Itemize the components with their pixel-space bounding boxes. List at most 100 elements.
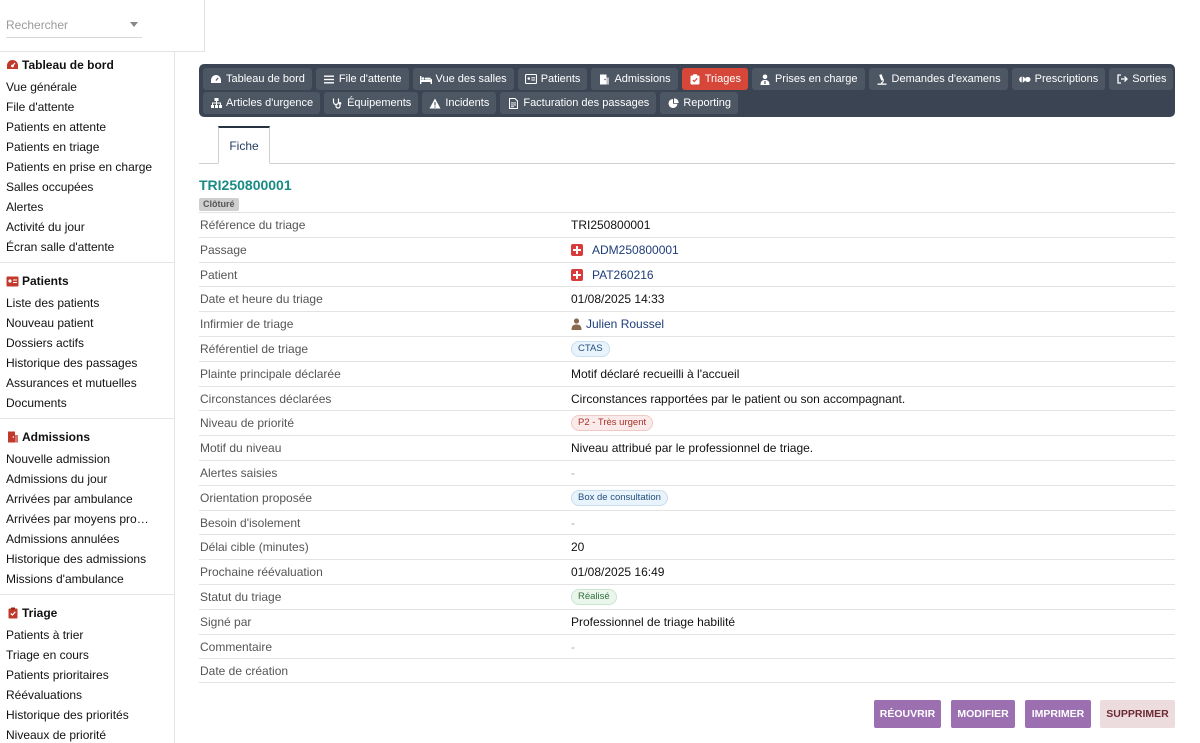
sidebar-heading-patients[interactable]: Patients (0, 271, 174, 291)
sidebar-heading-label: Patients (22, 274, 69, 288)
medical-cross-icon (571, 268, 583, 281)
menu-sorties[interactable]: Sorties (1109, 68, 1174, 90)
sidebar-item-patients-prise-en-charge[interactable]: Patients en prise en charge (0, 157, 170, 177)
sidebar-item-assurances[interactable]: Assurances et mutuelles (0, 373, 170, 393)
door-icon (6, 431, 19, 443)
sidebar-item-alertes[interactable]: Alertes (0, 197, 170, 217)
field-row-date: Date et heure du triage 01/08/2025 14:33 (199, 286, 1175, 311)
sidebar-item-arrivees-ambulance[interactable]: Arrivées par ambulance (0, 489, 170, 509)
nurse-link[interactable]: Julien Roussel (586, 317, 664, 331)
sidebar-heading-admissions[interactable]: Admissions (0, 427, 174, 447)
field-value: Circonstances rapportées par le patient … (571, 391, 906, 406)
bed-icon (419, 74, 432, 85)
sidebar-item-nouvelle-admission[interactable]: Nouvelle admission (0, 449, 170, 469)
sidebar-section-admissions: Admissions Nouvelle admission Admissions… (0, 425, 174, 595)
tab-fiche[interactable]: Fiche (218, 126, 270, 164)
menu-vue-des-salles[interactable]: Vue des salles (412, 68, 514, 90)
sidebar-item-ecran-salle-attente[interactable]: Écran salle d'attente (0, 237, 170, 257)
sidebar-heading-dashboard[interactable]: Tableau de bord (0, 55, 174, 75)
menu-label: Facturation des passages (523, 97, 650, 109)
search-input[interactable] (6, 14, 126, 36)
sidebar-item-patients-prioritaires[interactable]: Patients prioritaires (0, 665, 170, 685)
sidebar-item-triage-en-cours[interactable]: Triage en cours (0, 645, 170, 665)
field-label: Plainte principale déclarée (200, 366, 341, 381)
sidebar-item-historique-passages[interactable]: Historique des passages (0, 353, 170, 373)
orientation-badge: Box de consultation (571, 489, 668, 506)
sidebar-item-patients-en-triage[interactable]: Patients en triage (0, 137, 170, 157)
module-menu-row-2: Articles d'urgence Équipements Incidents… (203, 92, 1171, 114)
microscope-icon (876, 73, 888, 85)
stethoscope-icon (331, 98, 343, 109)
menu-articles-urgence[interactable]: Articles d'urgence (203, 92, 321, 114)
sidebar-item-admissions-annulees[interactable]: Admissions annulées (0, 529, 170, 549)
dashboard-icon (210, 74, 222, 85)
menu-label: Patients (540, 73, 581, 85)
sidebar-item-patients-a-trier[interactable]: Patients à trier (0, 625, 170, 645)
patient-link[interactable]: PAT260216 (592, 268, 654, 282)
field-label: Date de création (200, 664, 289, 679)
sidebar-item-activite-du-jour[interactable]: Activité du jour (0, 217, 170, 237)
sidebar-item-arrivees-moyens-propres[interactable]: Arrivées par moyens pro… (0, 509, 170, 529)
field-value-wrap: PAT260216 (571, 263, 654, 287)
menu-demandes-examens[interactable]: Demandes d'examens (868, 68, 1008, 90)
sidebar-item-salles-occupees[interactable]: Salles occupées (0, 177, 170, 197)
menu-reporting[interactable]: Reporting (660, 92, 739, 114)
print-button[interactable]: IMPRIMER (1025, 700, 1091, 728)
menu-patients[interactable]: Patients (517, 68, 588, 90)
pie-chart-icon (667, 97, 679, 109)
menu-file-attente[interactable]: File d'attente (315, 68, 409, 90)
menu-label: Incidents (445, 97, 490, 109)
field-label: Référentiel de triage (200, 341, 309, 356)
id-card-icon (6, 275, 19, 287)
sidebar-item-liste-patients[interactable]: Liste des patients (0, 293, 170, 313)
priority-badge: P2 - Très urgent (571, 415, 654, 432)
passage-link[interactable]: ADM250800001 (592, 243, 679, 257)
field-row-next-reevaluation: Prochaine réévaluation 01/08/2025 16:49 (199, 559, 1175, 584)
menu-facturation-passages[interactable]: Facturation des passages (500, 92, 657, 114)
sidebar-heading-label: Tableau de bord (22, 58, 114, 72)
clipboard-icon (6, 607, 19, 619)
menu-equipements[interactable]: Équipements (324, 92, 419, 114)
delete-button[interactable]: SUPPRIMER (1100, 700, 1175, 728)
user-icon (571, 318, 582, 331)
sidebar-heading-triage[interactable]: Triage (0, 603, 174, 623)
menu-incidents[interactable]: Incidents (422, 92, 497, 114)
sidebar-item-patients-en-attente[interactable]: Patients en attente (0, 117, 170, 137)
search-select[interactable] (6, 14, 142, 38)
sidebar-item-file-attente[interactable]: File d'attente (0, 97, 170, 117)
triage-status-badge: Réalisé (571, 588, 617, 605)
sidebar-item-nouveau-patient[interactable]: Nouveau patient (0, 313, 170, 333)
sidebar-item-historique-admissions[interactable]: Historique des admissions (0, 549, 170, 569)
field-row-patient: Patient PAT260216 (199, 261, 1175, 287)
field-label: Orientation proposée (200, 490, 313, 505)
field-row-priority: Niveau de priorité P2 - Très urgent (199, 410, 1175, 435)
field-row-comment: Commentaire - (199, 633, 1175, 659)
menu-prescriptions[interactable]: Prescriptions (1011, 68, 1106, 90)
sidebar-section-dashboard: Tableau de bord Vue générale File d'atte… (0, 53, 174, 263)
edit-button[interactable]: MODIFIER (951, 700, 1015, 728)
sidebar-heading-label: Admissions (22, 430, 91, 444)
field-label: Besoin d'isolement (200, 515, 301, 530)
sidebar-item-missions-ambulance[interactable]: Missions d'ambulance (0, 569, 170, 589)
search-panel (0, 0, 205, 52)
reopen-button[interactable]: RÉOUVRIR (874, 700, 941, 728)
field-value: - (571, 465, 575, 480)
menu-label: Équipements (347, 97, 412, 109)
sidebar-item-vue-generale[interactable]: Vue générale (0, 77, 170, 97)
clipboard-icon (689, 73, 701, 85)
field-label: Statut du triage (200, 589, 282, 604)
sidebar-section-patients: Patients Liste des patients Nouveau pati… (0, 269, 174, 419)
field-label: Circonstances déclarées (200, 391, 332, 406)
menu-triages[interactable]: Triages (681, 68, 748, 90)
sidebar-item-documents[interactable]: Documents (0, 393, 170, 413)
field-value: - (571, 639, 575, 654)
field-value: Niveau attribué par le professionnel de … (571, 441, 814, 456)
menu-tableau-de-bord[interactable]: Tableau de bord (203, 68, 312, 90)
sidebar-item-dossiers-actifs[interactable]: Dossiers actifs (0, 333, 170, 353)
menu-prises-en-charge[interactable]: Prises en charge (751, 68, 865, 90)
menu-admissions[interactable]: Admissions (591, 68, 678, 90)
chevron-down-icon[interactable] (130, 22, 138, 27)
action-bar: RÉOUVRIR MODIFIER IMPRIMER SUPPRIMER (0, 700, 1200, 728)
field-row-passage: Passage ADM250800001 (199, 236, 1175, 262)
sidebar-item-admissions-du-jour[interactable]: Admissions du jour (0, 469, 170, 489)
